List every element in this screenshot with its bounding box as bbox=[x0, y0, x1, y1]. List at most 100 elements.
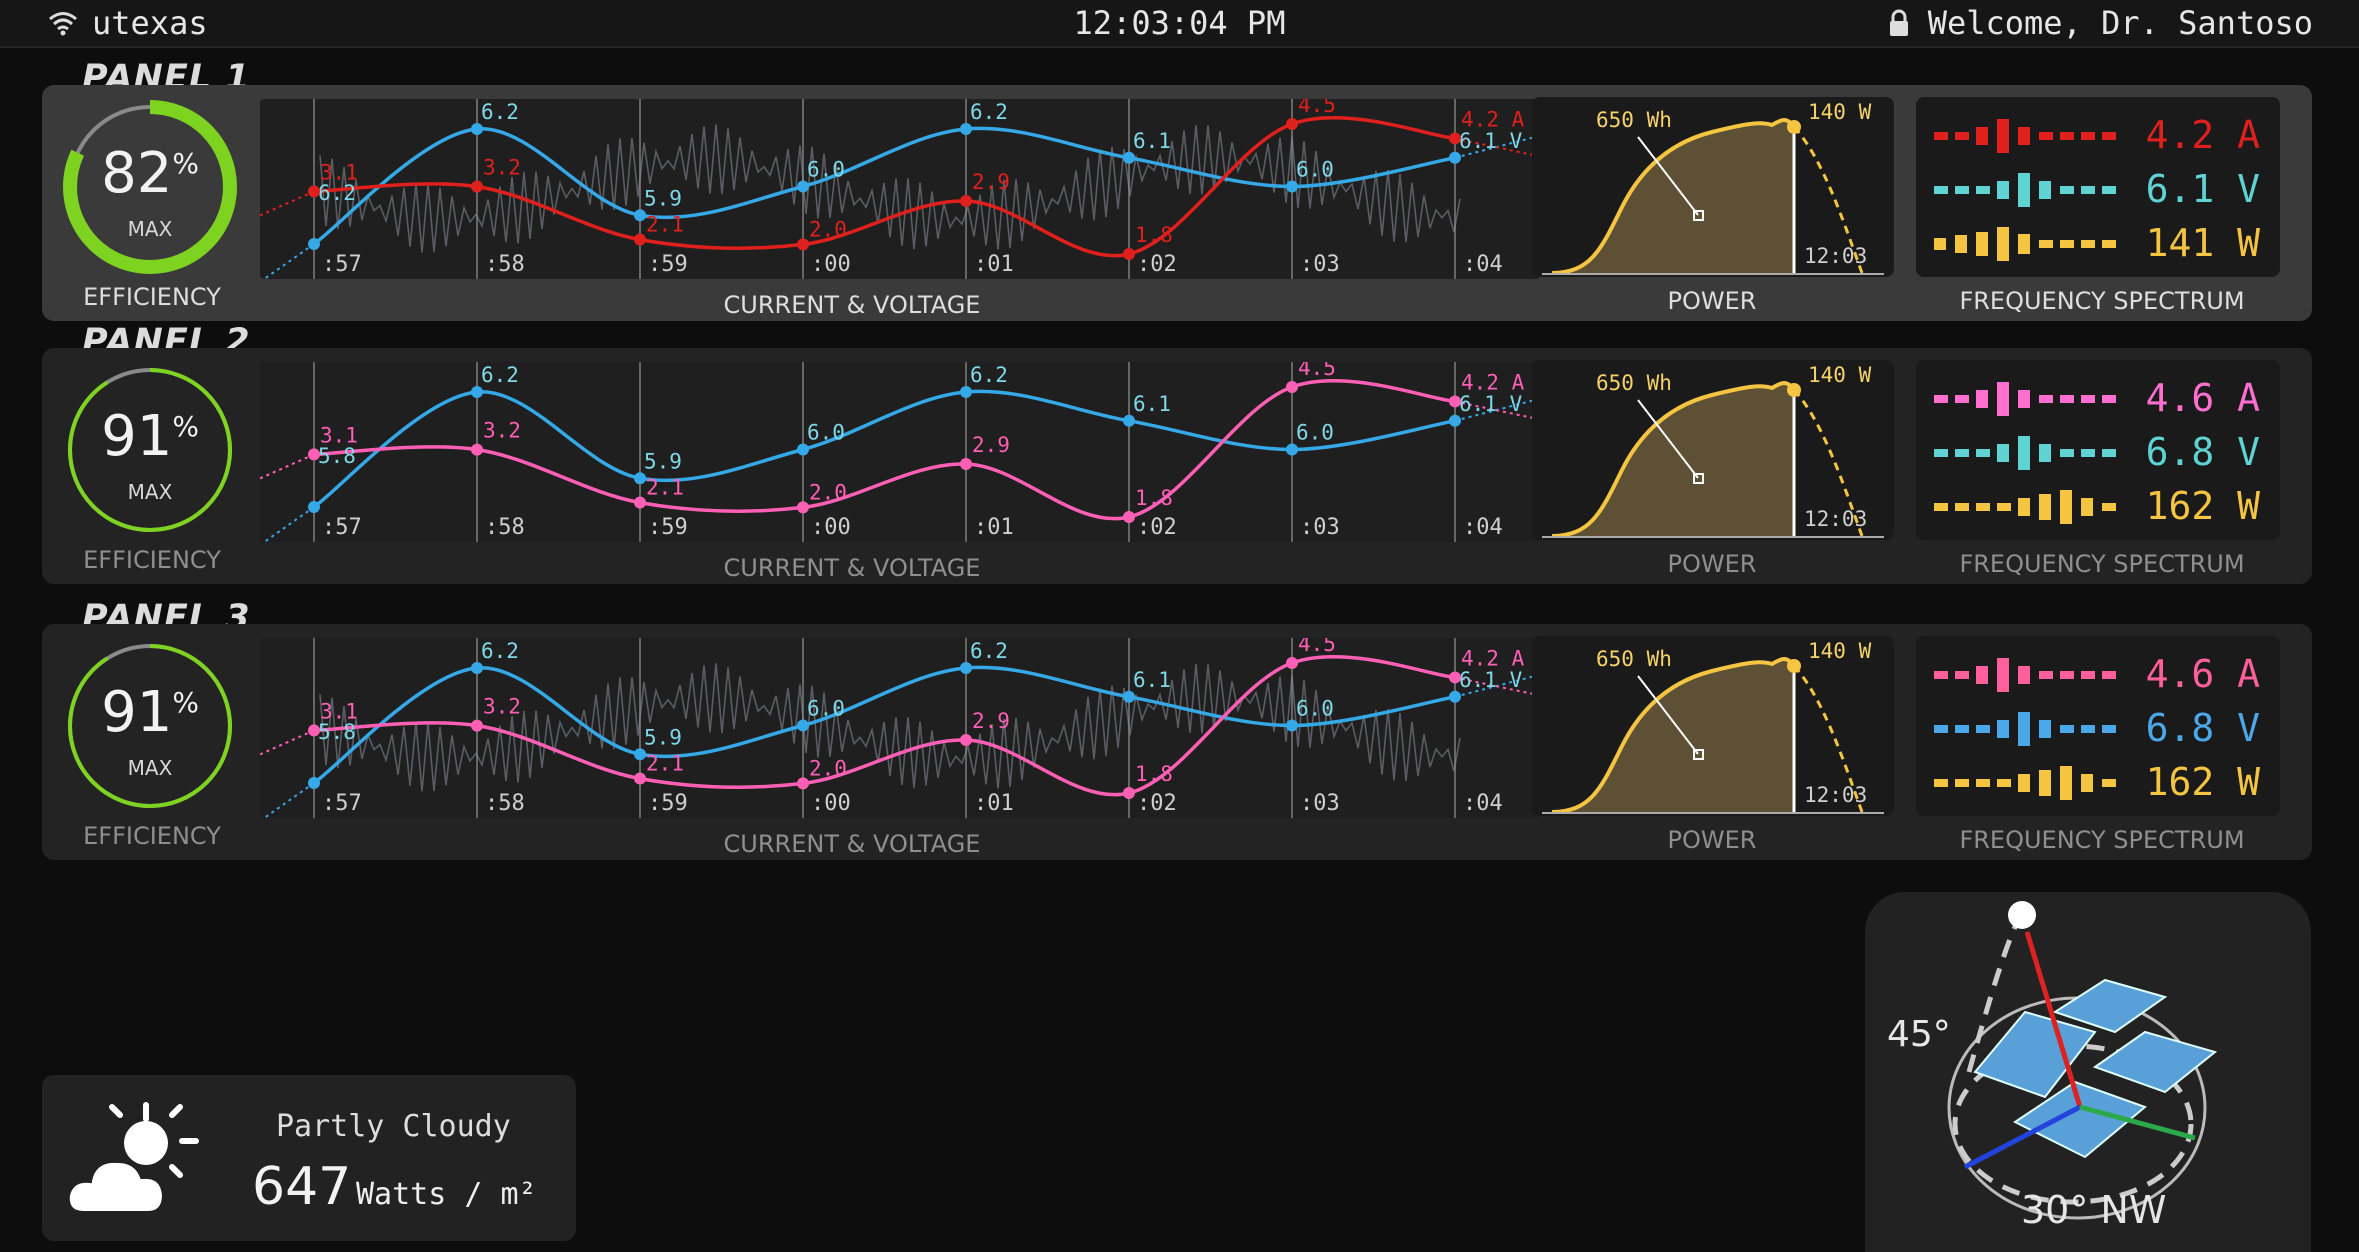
spectrum-bars bbox=[1934, 490, 2116, 524]
current-data-label: 2.1 bbox=[646, 213, 684, 237]
panel-card-3[interactable]: 91% MAX EFFICIENCY:57:58:59:00:01:02:03:04… bbox=[42, 624, 2312, 860]
current-data-label: 2.9 bbox=[972, 433, 1010, 457]
user-session[interactable]: Welcome, Dr. Santoso bbox=[1888, 4, 2313, 42]
spectrum-value: 162 W bbox=[2145, 760, 2260, 804]
weather-condition: Partly Cloudy bbox=[276, 1109, 511, 1144]
spectrum-bar bbox=[2018, 234, 2030, 254]
voltage-data-label: 5.9 bbox=[644, 725, 682, 749]
current-data-label: 3.2 bbox=[483, 419, 521, 443]
network-name: utexas bbox=[92, 4, 208, 42]
current-point bbox=[1449, 395, 1461, 408]
percent-sign: % bbox=[172, 686, 199, 719]
panel-card-2[interactable]: 91% MAX EFFICIENCY:57:58:59:00:01:02:03:04… bbox=[42, 348, 2312, 584]
power-curve: 650 Wh 140 W 12:03 bbox=[1542, 100, 1884, 275]
weather-widget[interactable]: Partly Cloudy 647 Watts / m² bbox=[42, 1075, 576, 1241]
spectrum-bars bbox=[1934, 436, 2116, 470]
azimuth-angle: 30° NW bbox=[2021, 1188, 2167, 1232]
spectrum-bar bbox=[2060, 766, 2072, 800]
voltage-data-label: 6.1 V bbox=[1459, 392, 1523, 416]
voltage-data-label: 6.0 bbox=[1296, 158, 1334, 182]
current-point bbox=[308, 185, 320, 198]
voltage-data-label: 5.8 bbox=[318, 720, 356, 744]
irradiance-value: 647 bbox=[252, 1157, 352, 1217]
spectrum-bar bbox=[1955, 132, 1969, 140]
spectrum-value: 141 W bbox=[2145, 221, 2260, 265]
current-voltage-chart[interactable]: :57:58:59:00:01:02:03:04 6.2 6.2 5.9 6.0 6.2 6… bbox=[260, 99, 1540, 279]
spectrum-bar bbox=[1934, 671, 1948, 679]
voltage-data-label: 6.2 bbox=[970, 100, 1008, 124]
power-label: POWER bbox=[1667, 826, 1757, 854]
x-tick-label: :57 bbox=[322, 515, 362, 540]
spectrum-bar bbox=[2060, 240, 2074, 248]
voltage-point bbox=[797, 719, 809, 732]
voltage-data-label: 6.1 bbox=[1133, 129, 1171, 153]
current-data-label: 3.1 bbox=[320, 699, 358, 723]
current-voltage-chart[interactable]: :57:58:59:00:01:02:03:04 5.8 6.2 5.9 6.0 6.2 6… bbox=[260, 638, 1540, 818]
current-point bbox=[471, 443, 483, 456]
power-chart[interactable]: 650 Wh 140 W 12:03 bbox=[1532, 360, 1894, 540]
spectrum-bar bbox=[1997, 779, 2011, 787]
spectrum-row: 141 W bbox=[1932, 219, 2272, 269]
spectrum-bar bbox=[1955, 395, 1969, 403]
voltage-data-label: 6.2 bbox=[481, 100, 519, 124]
voltage-point bbox=[1123, 414, 1135, 427]
spectrum-row: 4.2 A bbox=[1932, 111, 2272, 161]
spectrum-bar bbox=[2018, 127, 2030, 145]
peak-point bbox=[1787, 383, 1801, 397]
frequency-spectrum[interactable]: 4.2 A 6.1 V 141 W bbox=[1916, 97, 2280, 277]
clock: 12:03:04 PM bbox=[1073, 4, 1286, 42]
current-point bbox=[308, 724, 320, 737]
spectrum-bar bbox=[1934, 503, 1948, 511]
current-point bbox=[634, 496, 646, 509]
spectrum-bar bbox=[1976, 503, 1990, 511]
x-tick-label: :04 bbox=[1463, 252, 1503, 277]
voltage-point bbox=[1449, 690, 1461, 703]
status-bar: utexas 12:03:04 PM Welcome, Dr. Santoso bbox=[0, 0, 2359, 48]
current-point bbox=[1286, 118, 1298, 130]
x-tick-label: :00 bbox=[811, 791, 851, 816]
network-status[interactable]: utexas bbox=[48, 4, 208, 42]
peak-point bbox=[1787, 659, 1801, 673]
panel-card-1[interactable]: 82% MAX EFFICIENCY:57:58:59:00:01:02:03:04… bbox=[42, 85, 2312, 321]
spectrum-bar bbox=[1976, 449, 1990, 457]
spectrum-bar bbox=[2102, 395, 2116, 403]
spectrum-bar bbox=[2081, 498, 2093, 516]
spectrum-bar bbox=[2039, 770, 2051, 796]
power-area bbox=[1552, 659, 1794, 812]
panel-orientation-widget[interactable]: 45° 30° NW bbox=[1865, 892, 2311, 1252]
power-label: POWER bbox=[1667, 287, 1757, 315]
voltage-point bbox=[634, 748, 646, 761]
efficiency-max-label: MAX bbox=[127, 480, 173, 504]
spectrum-bar bbox=[2039, 444, 2051, 462]
current-point bbox=[1286, 657, 1298, 669]
x-tick-label: :03 bbox=[1300, 252, 1340, 277]
lock-icon bbox=[1889, 9, 1908, 36]
spectrum-value: 4.6 A bbox=[2145, 652, 2260, 696]
voltage-data-label: 6.0 bbox=[807, 158, 845, 182]
x-tick-label: :00 bbox=[811, 515, 851, 540]
voltage-data-label: 6.1 V bbox=[1459, 668, 1523, 692]
spectrum-bar bbox=[2102, 449, 2116, 457]
spectrum-bar bbox=[2102, 503, 2116, 511]
frequency-spectrum[interactable]: 4.6 A 6.8 V 162 W bbox=[1916, 636, 2280, 816]
voltage-point bbox=[960, 386, 972, 398]
spectrum-bar bbox=[1934, 238, 1946, 250]
current-data-label: 2.1 bbox=[646, 752, 684, 776]
efficiency-value: 91% bbox=[60, 404, 240, 469]
tilt-angle: 45° bbox=[1887, 1014, 1951, 1055]
spectrum-bar bbox=[2018, 436, 2030, 470]
voltage-point bbox=[634, 209, 646, 222]
spectrum-bar bbox=[2081, 186, 2095, 194]
voltage-data-label: 6.0 bbox=[807, 697, 845, 721]
efficiency-number: 91 bbox=[101, 680, 173, 745]
x-tick-label: :01 bbox=[974, 515, 1014, 540]
spectrum-bar bbox=[1934, 132, 1948, 140]
voltage-point bbox=[308, 238, 320, 250]
spectrum-bar bbox=[1997, 503, 2011, 511]
power-chart[interactable]: 650 Wh 140 W 12:03 bbox=[1532, 636, 1894, 816]
spectrum-bars bbox=[1934, 712, 2116, 746]
voltage-point bbox=[471, 123, 483, 135]
current-voltage-chart[interactable]: :57:58:59:00:01:02:03:04 5.8 6.2 5.9 6.0 6.2 6… bbox=[260, 362, 1540, 542]
power-chart[interactable]: 650 Wh 140 W 12:03 bbox=[1532, 97, 1894, 277]
frequency-spectrum[interactable]: 4.6 A 6.8 V 162 W bbox=[1916, 360, 2280, 540]
